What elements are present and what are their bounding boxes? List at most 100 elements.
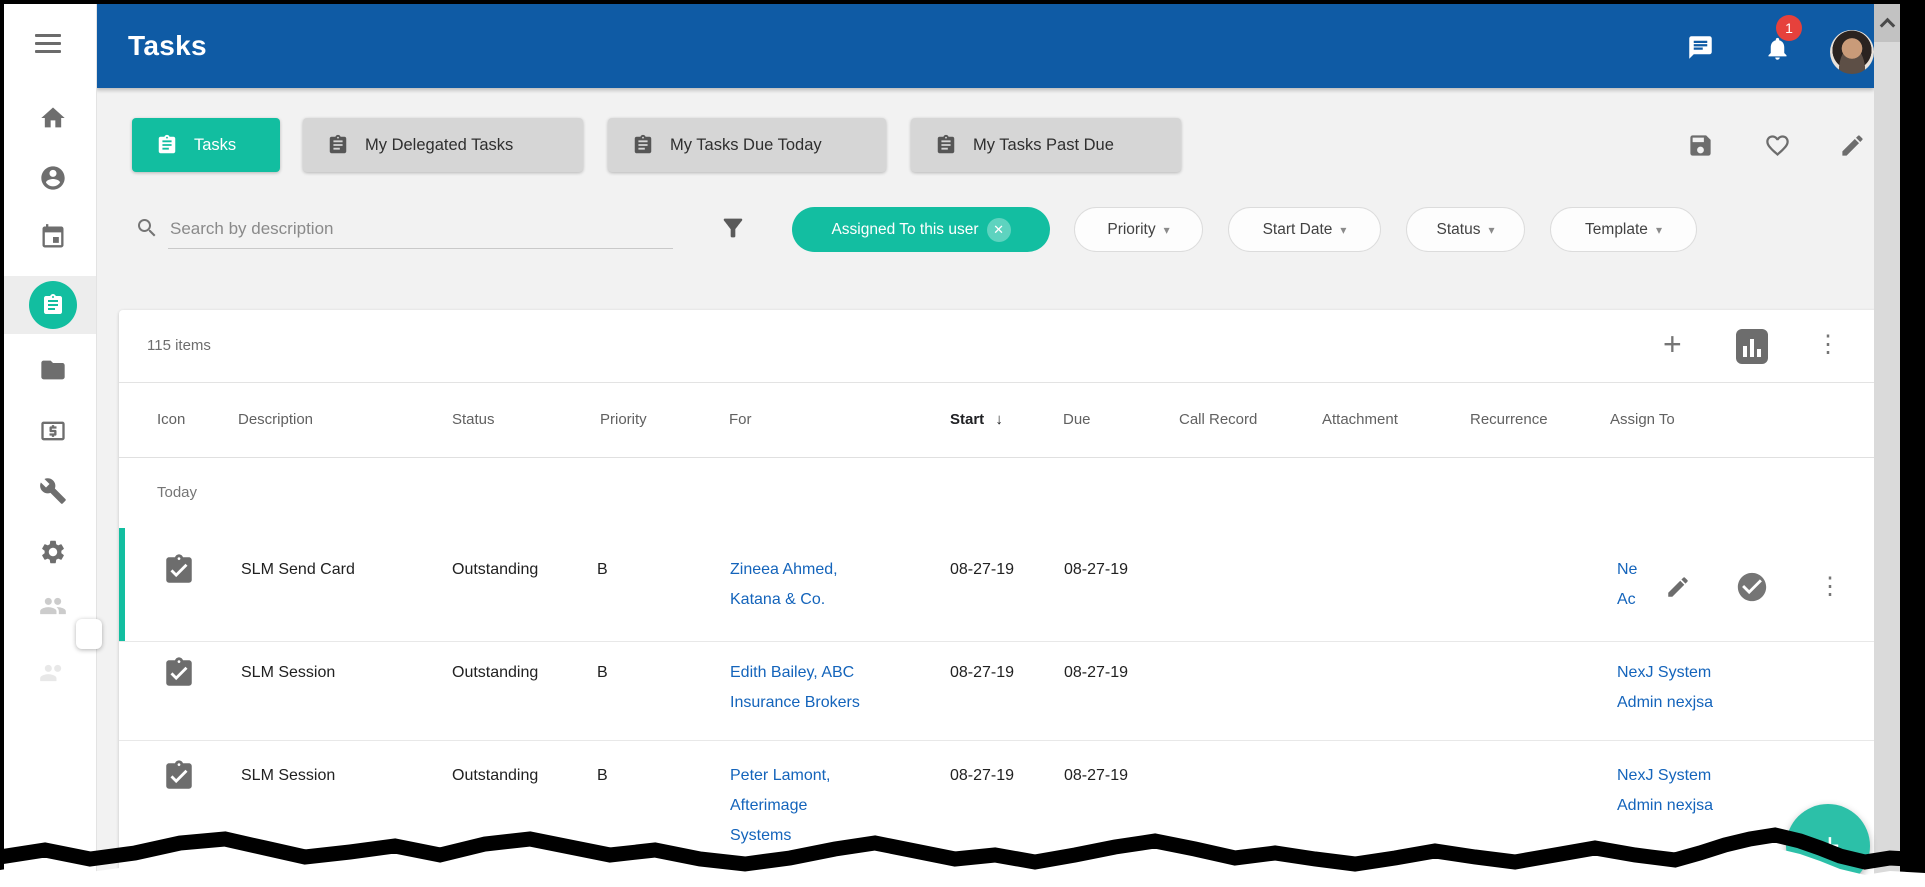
cell-for-link[interactable]: Zineea Ahmed, Katana & Co. [730,555,838,615]
user-avatar[interactable] [1830,30,1874,74]
selected-row-indicator [119,528,125,641]
cell-start: 08-27-19 [950,658,1014,688]
column-header-recurrence[interactable]: Recurrence [1470,383,1548,457]
filter-dropdown-status[interactable]: Status ▾ [1406,207,1525,252]
scrollbar[interactable] [1874,4,1900,887]
remove-filter-icon[interactable]: ✕ [987,218,1011,242]
cell-assign-to-link[interactable]: Ne Ac [1617,555,1637,615]
filter-icon[interactable] [719,214,747,247]
check-circle-icon [1735,570,1769,604]
sidebar-item-home[interactable] [39,104,67,132]
column-header-for[interactable]: For [729,383,752,457]
home-icon [39,104,67,132]
filter-dropdown-start-date[interactable]: Start Date ▾ [1228,207,1381,252]
complete-task-button[interactable] [1735,570,1769,609]
filter-dropdown-priority[interactable]: Priority ▾ [1074,207,1203,252]
chart-view-button[interactable] [1736,329,1768,369]
chip-label: Start Date [1263,221,1333,239]
scroll-up-button[interactable] [1874,4,1900,42]
filter-dropdown-template[interactable]: Template ▾ [1550,207,1697,252]
column-header-due[interactable]: Due [1063,383,1091,457]
drawer-handle[interactable] [76,619,102,649]
cell-status: Outstanding [452,555,538,585]
row-menu-kebab-icon[interactable]: ⋮ [1818,573,1842,601]
tab-tasks[interactable]: Tasks [132,118,280,172]
favorite-button[interactable] [1764,132,1791,164]
sidebar-item-faded-2[interactable] [39,659,67,687]
add-item-button[interactable]: + [1663,328,1682,360]
cell-status: Outstanding [452,761,538,791]
clipboard-icon [156,134,178,156]
edit-task-button[interactable] [1665,574,1691,605]
column-header-assign-to[interactable]: Assign To [1610,383,1675,457]
cell-due: 08-27-19 [1064,761,1128,791]
sidebar-item-documents[interactable] [39,356,67,384]
save-icon [1687,132,1714,159]
cell-for-link[interactable]: Edith Bailey, ABC Insurance Brokers [730,658,860,718]
screenshot-border-left [0,0,4,887]
column-header-start[interactable]: Start ↓ [950,383,1003,457]
save-view-button[interactable] [1687,132,1714,164]
plus-icon: + [1820,827,1840,866]
add-task-fab[interactable]: + [1786,804,1870,887]
tasks-clipboard-icon [41,293,65,317]
cell-for-link[interactable]: Peter Lamont, Afterimage Systems [730,761,831,851]
faded-icon [39,659,67,687]
column-header-call-record[interactable]: Call Record [1179,383,1257,457]
cell-description: SLM Session [241,761,335,791]
wrench-icon [39,477,67,505]
cell-priority: B [597,658,608,688]
sidebar-item-contacts[interactable] [39,164,67,192]
chip-label: Priority [1107,221,1155,239]
tab-my-delegated-tasks[interactable]: My Delegated Tasks [303,118,583,172]
chevron-down-icon: ▾ [1340,223,1346,237]
table-row[interactable]: SLM Send Card Outstanding B Zineea Ahmed… [119,528,1881,641]
tab-my-tasks-due-today[interactable]: My Tasks Due Today [608,118,886,172]
sidebar-item-billing[interactable] [39,417,67,445]
sidebar-item-tools[interactable] [39,477,67,505]
folder-icon [39,356,67,384]
column-header-attachment[interactable]: Attachment [1322,383,1398,457]
screenshot-border-right [1900,0,1925,887]
cell-status: Outstanding [452,658,538,688]
screenshot-border-top [0,0,1925,4]
search-input[interactable] [168,212,602,246]
cell-due: 08-27-19 [1064,658,1128,688]
account-circle-icon [39,164,67,192]
heart-outline-icon [1764,132,1791,159]
chevron-down-icon: ▾ [1164,223,1170,237]
chevron-down-icon: ▾ [1488,223,1494,237]
column-header-icon[interactable]: Icon [157,383,185,457]
table-row[interactable]: SLM Session Outstanding B Peter Lamont, … [119,740,1881,887]
search-underline [168,248,673,249]
chip-label: Template [1585,221,1648,239]
sidebar [4,4,97,887]
sidebar-item-calendar[interactable] [39,223,67,251]
cell-assign-to-link[interactable]: NexJ System Admin nexjsa [1617,658,1713,718]
task-clipboard-check-icon [162,656,196,695]
clipboard-icon [327,134,349,156]
chat-icon[interactable] [1687,34,1714,66]
filter-chip-assigned-to-this-user[interactable]: Assigned To this user ✕ [792,207,1050,252]
sidebar-item-faded-1[interactable] [39,592,67,620]
list-menu-kebab-icon[interactable]: ⋮ [1816,330,1840,360]
cell-assign-to-link[interactable]: NexJ System Admin nexjsa [1617,761,1713,821]
tab-my-tasks-past-due[interactable]: My Tasks Past Due [911,118,1181,172]
page-title: Tasks [128,4,207,88]
hamburger-menu-icon[interactable] [35,34,61,54]
notification-badge: 1 [1776,15,1802,41]
calendar-icon [39,223,67,251]
sidebar-item-tasks[interactable] [29,281,77,329]
tab-label: My Delegated Tasks [365,136,513,155]
cell-due: 08-27-19 [1064,555,1128,585]
chevron-down-icon: ▾ [1656,223,1662,237]
column-header-status[interactable]: Status [452,383,495,457]
edit-view-button[interactable] [1839,132,1866,164]
cell-description: SLM Send Card [241,555,355,585]
cell-priority: B [597,555,608,585]
table-row[interactable]: SLM Session Outstanding B Edith Bailey, … [119,641,1881,740]
column-header-priority[interactable]: Priority [600,383,647,457]
column-header-description[interactable]: Description [238,383,313,457]
task-clipboard-check-icon [162,553,196,592]
sidebar-item-settings[interactable] [39,538,67,566]
